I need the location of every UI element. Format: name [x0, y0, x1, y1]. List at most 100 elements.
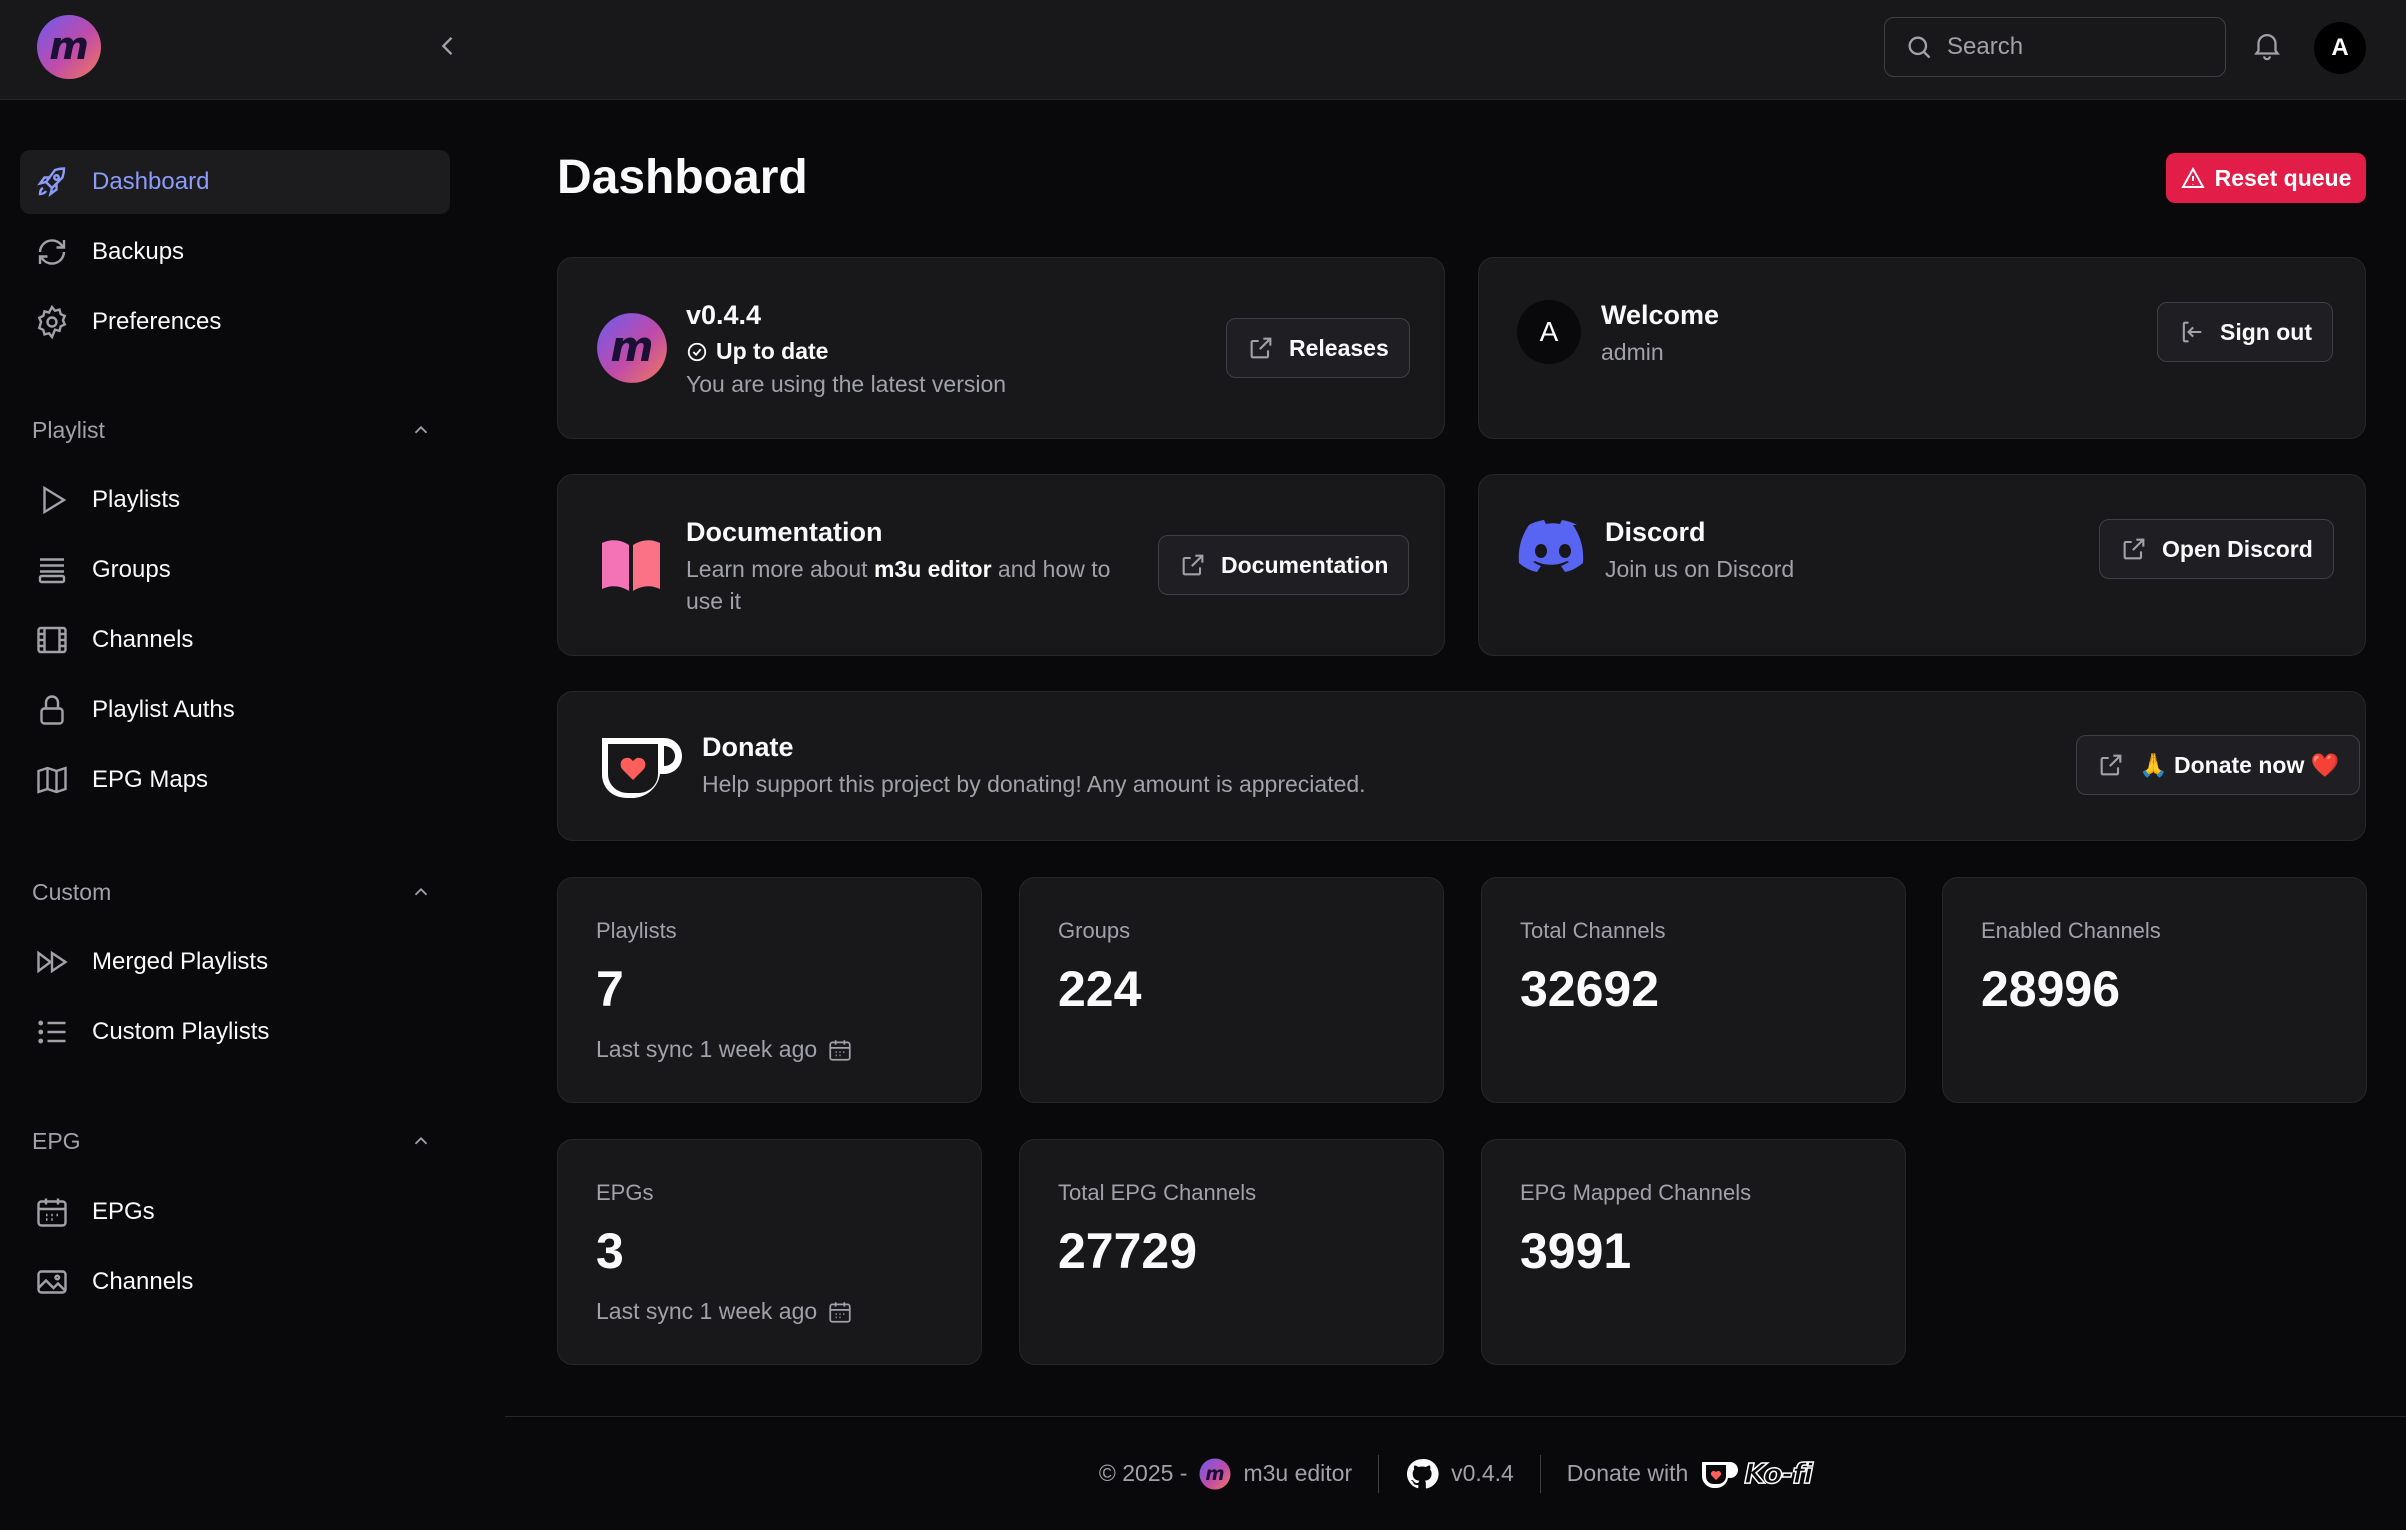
sidebar-group-label: EPG: [32, 1127, 81, 1154]
app-logo-icon: m: [1199, 1457, 1231, 1490]
sidebar-item-custom-playlists[interactable]: Custom Playlists: [20, 1000, 450, 1064]
collapse-sidebar-icon[interactable]: [430, 28, 466, 64]
discord-card: Discord Join us on Discord Open Discord: [1478, 474, 2366, 656]
kofi-logo: Ko-fi: [1700, 1456, 1814, 1491]
kofi-cup-icon: [596, 730, 684, 802]
user-avatar[interactable]: A: [2314, 22, 2366, 74]
sidebar-item-channels[interactable]: Channels: [20, 608, 450, 672]
search-box[interactable]: [1884, 17, 2226, 77]
donate-now-label: 🙏 Donate now ❤️: [2139, 751, 2340, 778]
kofi-cup-icon: [1702, 1461, 1739, 1488]
sidebar-item-label: Dashboard: [92, 168, 210, 195]
chevron-up-icon: [410, 419, 432, 441]
calendar-icon: [827, 1037, 853, 1063]
sidebar-group-playlist[interactable]: Playlist: [32, 410, 432, 450]
footer-github-link[interactable]: v0.4.4: [1405, 1457, 1514, 1491]
refresh-icon: [34, 234, 70, 270]
check-circle-icon: [686, 341, 708, 363]
sidebar-item-label: Groups: [92, 556, 171, 583]
external-link-icon: [2120, 535, 2148, 563]
donate-now-button[interactable]: 🙏 Donate now ❤️: [2076, 735, 2361, 795]
svg-text:m: m: [1206, 1463, 1225, 1484]
stat-card-epg-mapped-channels: EPG Mapped Channels 3991: [1481, 1139, 1906, 1365]
documentation-description: Learn more about m3u editor and how to u…: [686, 553, 1146, 617]
stat-label: EPGs: [596, 1180, 654, 1205]
sidebar-item-label: Channels: [92, 1268, 194, 1295]
search-input[interactable]: [1947, 33, 2207, 61]
welcome-title: Welcome: [1601, 300, 1720, 330]
stat-label: Total Channels: [1520, 918, 1666, 943]
svg-text:m: m: [49, 24, 89, 68]
stat-value: 27729: [1058, 1223, 1198, 1279]
stat-card-playlists: Playlists 7 Last sync 1 week ago: [557, 877, 982, 1103]
stat-value: 3991: [1520, 1223, 1632, 1279]
stat-value: 7: [596, 961, 624, 1017]
warning-icon: [2180, 166, 2205, 190]
map-icon: [34, 762, 70, 798]
app-logo-icon[interactable]: m: [36, 14, 102, 80]
sidebar-item-preferences[interactable]: Preferences: [20, 290, 450, 354]
stat-sync: Last sync 1 week ago: [596, 1036, 853, 1063]
donate-with-text: Donate with: [1566, 1460, 1689, 1486]
app-name-link[interactable]: m3u editor: [1243, 1460, 1352, 1487]
footer: © 2025 - m m3u editor v0.4.4 Donate with…: [505, 1416, 2406, 1530]
rocket-icon: [34, 164, 70, 200]
welcome-username: admin: [1601, 339, 1664, 365]
stat-value: 32692: [1520, 961, 1660, 1017]
welcome-card: A Welcome admin Sign out: [1478, 257, 2366, 439]
sign-out-button[interactable]: Sign out: [2157, 302, 2333, 362]
donate-title: Donate: [702, 732, 794, 762]
sidebar-item-epgs[interactable]: EPGs: [20, 1180, 450, 1244]
stat-card-total-channels: Total Channels 32692: [1481, 877, 1906, 1103]
discord-title: Discord: [1605, 517, 1706, 547]
stat-card-total-epg-channels: Total EPG Channels 27729: [1019, 1139, 1444, 1365]
page-title: Dashboard: [557, 151, 808, 204]
photo-icon: [34, 1264, 70, 1300]
stat-card-enabled-channels: Enabled Channels 28996: [1942, 877, 2367, 1103]
sidebar-group-custom[interactable]: Custom: [32, 872, 432, 912]
external-link-icon: [2097, 751, 2125, 779]
discord-description: Join us on Discord: [1605, 556, 1795, 582]
sidebar-item-label: EPG Maps: [92, 766, 209, 793]
sidebar-item-merged-playlists[interactable]: Merged Playlists: [20, 930, 450, 994]
external-link-icon: [1179, 551, 1207, 579]
stat-label: Total EPG Channels: [1058, 1180, 1257, 1205]
footer-donate[interactable]: Donate with Ko-fi: [1566, 1456, 1814, 1491]
open-discord-button[interactable]: Open Discord: [2099, 519, 2334, 579]
stat-label: Groups: [1058, 918, 1131, 943]
bell-icon[interactable]: [2250, 28, 2288, 66]
sidebar-item-groups[interactable]: Groups: [20, 538, 450, 602]
sidebar-item-epg-channels[interactable]: Channels: [20, 1250, 450, 1314]
forward-icon: [34, 944, 70, 980]
sidebar-group-epg[interactable]: EPG: [32, 1121, 432, 1161]
search-icon: [1905, 33, 1933, 61]
footer-version: v0.4.4: [1451, 1460, 1514, 1486]
sync-text: Last sync 1 week ago: [596, 1036, 818, 1062]
play-icon: [34, 482, 70, 518]
chevron-up-icon: [410, 1130, 432, 1152]
kofi-wordmark: Ko-fi: [1744, 1456, 1814, 1491]
sidebar-item-epg-maps[interactable]: EPG Maps: [20, 748, 450, 812]
sync-text: Last sync 1 week ago: [596, 1298, 818, 1324]
documentation-button[interactable]: Documentation: [1158, 535, 1410, 595]
sidebar-item-playlist-auths[interactable]: Playlist Auths: [20, 678, 450, 742]
top-bar: m A: [0, 0, 2406, 100]
version-card: m v0.4.4 Up to date You are using the la…: [557, 257, 1445, 439]
documentation-button-label: Documentation: [1221, 551, 1389, 578]
releases-button[interactable]: Releases: [1226, 318, 1410, 378]
sidebar-item-playlists[interactable]: Playlists: [20, 468, 450, 532]
stat-value: 224: [1058, 961, 1142, 1017]
main-content: Dashboard Reset queue m v0.4.4 Up to dat…: [505, 100, 2406, 1530]
sidebar-item-label: Preferences: [92, 308, 222, 335]
version-status-label: Up to date: [716, 338, 829, 364]
sidebar-item-label: EPGs: [92, 1198, 155, 1225]
sidebar-item-backups[interactable]: Backups: [20, 220, 450, 284]
sidebar-item-label: Channels: [92, 626, 194, 653]
open-discord-label: Open Discord: [2162, 535, 2313, 562]
sidebar-item-label: Playlists: [92, 486, 181, 513]
stat-card-epgs: EPGs 3 Last sync 1 week ago: [557, 1139, 982, 1365]
footer-divider: [1539, 1454, 1541, 1493]
reset-queue-button[interactable]: Reset queue: [2166, 153, 2366, 203]
sidebar-item-dashboard[interactable]: Dashboard: [20, 150, 450, 214]
sidebar-item-label: Playlist Auths: [92, 696, 235, 723]
